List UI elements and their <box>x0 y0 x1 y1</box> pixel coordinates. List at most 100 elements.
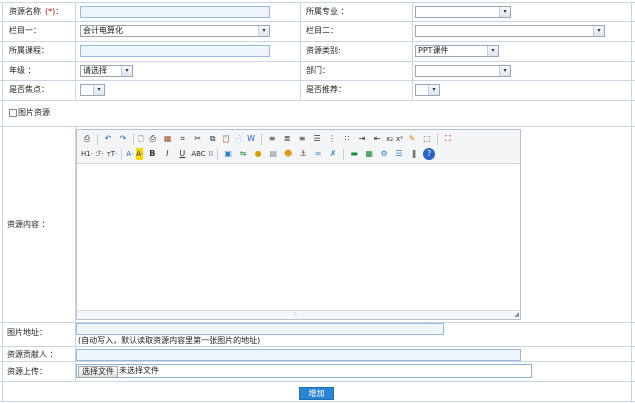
contributor-input[interactable] <box>76 349 521 361</box>
column-one-label: 栏目一： <box>9 26 41 35</box>
cut-icon[interactable]: ✂ <box>192 133 204 145</box>
resource-name-label: 资源名称 (*)： <box>9 6 63 18</box>
resource-type-select[interactable]: PPT课件 ▾ <box>415 45 499 57</box>
row-divider <box>0 126 635 127</box>
major-label: 所属专业 ： <box>306 7 349 16</box>
unordered-list-icon[interactable]: ∷ <box>341 133 353 145</box>
grip-icon[interactable]: ⁘ <box>293 311 298 319</box>
highlight-icon[interactable]: A· <box>136 148 144 160</box>
font-color-icon[interactable]: A· <box>126 148 133 160</box>
chevron-down-icon: ▾ <box>93 85 104 95</box>
strikethrough-icon[interactable]: ABC <box>191 148 205 160</box>
flash-icon[interactable]: ⇋ <box>237 148 249 160</box>
anchor-icon[interactable]: ⚓ <box>297 148 309 160</box>
resource-name-input[interactable] <box>80 6 270 18</box>
attachment-icon[interactable]: ❚ <box>408 148 420 160</box>
focus-select[interactable]: ▾ <box>80 84 105 96</box>
grade-label: 年级 ： <box>9 66 36 75</box>
rich-text-editor: ⎙ ↶ ↷ 🗋 ⎙ ▦ ⌗ ✂ ⧉ 📋 📄 W ≡ ≣ ≡ ☰ ⋮ ∷ ⇥ ⇤ x₂ x² ✎ ⬚ ⛶ H1· ℱ· тT· A· A·… <box>76 129 521 320</box>
editor-toolbar: ⎙ ↶ ↷ 🗋 ⎙ ▦ ⌗ ✂ ⧉ 📋 📄 W ≡ ≣ ≡ ☰ ⋮ ∷ ⇥ ⇤ x₂ x² ✎ ⬚ ⛶ H1· ℱ· тT· A· A·… <box>77 130 520 164</box>
code-icon[interactable]: ⌗ <box>177 133 189 145</box>
indent-icon[interactable]: ⇥ <box>356 133 368 145</box>
link-icon[interactable]: ∞ <box>312 148 324 160</box>
column-two-select[interactable]: ▾ <box>415 25 605 37</box>
redo-icon[interactable]: ↷ <box>117 133 129 145</box>
toolbar-separator <box>436 133 438 145</box>
source-icon[interactable]: ⎙ <box>81 133 93 145</box>
map-icon[interactable]: ▦ <box>363 148 375 160</box>
resize-handle-icon[interactable]: ◢ <box>514 311 519 319</box>
preview-icon[interactable]: 🗋 <box>138 133 144 145</box>
fullscreen-icon[interactable]: ⛶ <box>442 133 454 145</box>
hr-icon[interactable]: ▬ <box>348 148 360 160</box>
subscript-icon[interactable]: x₂ <box>386 133 393 145</box>
contributor-label: 资源贡献人 ： <box>7 350 58 359</box>
department-select[interactable]: ▾ <box>415 65 511 77</box>
table-icon[interactable]: ▤ <box>267 148 279 160</box>
align-left-icon[interactable]: ≡ <box>266 133 278 145</box>
chevron-down-icon: ▾ <box>499 66 510 76</box>
chevron-down-icon: ▾ <box>487 46 498 56</box>
underline-icon[interactable]: U <box>176 148 188 160</box>
editor-body[interactable] <box>77 164 520 311</box>
column-divider <box>412 2 413 100</box>
align-center-icon[interactable]: ≣ <box>281 133 293 145</box>
unlink-icon[interactable]: ✗ <box>327 148 339 160</box>
toolbar-separator <box>217 148 219 160</box>
emoticon-icon[interactable]: ☻ <box>282 148 294 160</box>
media-icon[interactable]: ● <box>252 148 264 160</box>
paste-word-icon[interactable]: W <box>245 133 257 145</box>
row-divider <box>0 80 635 81</box>
row-divider <box>0 61 635 62</box>
align-right-icon[interactable]: ≡ <box>296 133 308 145</box>
choose-file-button[interactable]: 选择文件 <box>78 366 118 378</box>
column-divider <box>631 2 632 402</box>
image-address-input[interactable] <box>76 323 444 335</box>
recommend-select[interactable]: ▾ <box>415 84 440 96</box>
chevron-down-icon: ▾ <box>121 66 132 76</box>
paste-text-icon[interactable]: 📄 <box>233 133 242 145</box>
resource-type-label: 资源类别: <box>306 46 341 55</box>
page-break-icon[interactable]: ☰ <box>393 148 405 160</box>
bold-icon[interactable]: B <box>146 148 158 160</box>
clear-format-icon[interactable]: ✎ <box>406 133 418 145</box>
about-icon[interactable]: ? <box>423 148 436 160</box>
undo-icon[interactable]: ↶ <box>102 133 114 145</box>
italic-icon[interactable]: I <box>161 148 173 160</box>
template-icon[interactable]: ▦ <box>162 133 174 145</box>
insert-file-icon[interactable]: ⚙ <box>378 148 390 160</box>
row-divider <box>0 361 635 362</box>
select-all-icon[interactable]: ⬚ <box>421 133 433 145</box>
paste-icon[interactable]: 📋 <box>222 133 231 145</box>
print-icon[interactable]: ⎙ <box>147 133 159 145</box>
row-divider <box>0 100 635 101</box>
image-resource-checkbox[interactable] <box>9 109 17 117</box>
toolbar-separator <box>121 148 123 160</box>
align-justify-icon[interactable]: ☰ <box>311 133 323 145</box>
grade-select[interactable]: 请选择 ▾ <box>80 65 133 77</box>
image-icon[interactable]: ▣ <box>222 148 234 160</box>
column-one-value: 会计电算化 <box>83 26 123 35</box>
copy-icon[interactable]: ⧉ <box>207 133 219 145</box>
recommend-label: 是否推荐： <box>306 85 346 94</box>
font-family-icon[interactable]: ℱ· <box>96 148 104 160</box>
outdent-icon[interactable]: ⇤ <box>371 133 383 145</box>
major-select[interactable]: ▾ <box>415 6 511 18</box>
superscript-icon[interactable]: x² <box>396 133 403 145</box>
required-mark: (*) <box>45 7 56 16</box>
font-size-icon[interactable]: тT· <box>107 148 118 160</box>
toolbar-row-1: ⎙ ↶ ↷ 🗋 ⎙ ▦ ⌗ ✂ ⧉ 📋 📄 W ≡ ≣ ≡ ☰ ⋮ ∷ ⇥ ⇤ x₂ x² ✎ ⬚ ⛶ <box>81 132 457 146</box>
add-submit-button[interactable]: 增加 <box>299 387 334 400</box>
toolbar-separator <box>261 133 263 145</box>
column-one-select[interactable]: 会计电算化 ▾ <box>80 25 270 37</box>
course-input[interactable] <box>80 45 270 57</box>
line-height-icon[interactable]: ⁞⁞ <box>209 148 213 160</box>
column-divider <box>2 2 3 402</box>
file-upload-field[interactable]: 选择文件 未选择文件 <box>76 364 532 378</box>
chevron-down-icon: ▾ <box>593 26 604 36</box>
chevron-down-icon: ▾ <box>428 85 439 95</box>
ordered-list-icon[interactable]: ⋮ <box>326 133 338 145</box>
toolbar-row-2: H1· ℱ· тT· A· A· B I U ABC ⁞⁞ ▣ ⇋ ● ▤ ☻ ⚓ ∞ ✗ ▬ ▦ ⚙ ☰ ❚? <box>81 147 438 161</box>
heading-icon[interactable]: H1· <box>81 148 93 160</box>
course-label: 所属课程： <box>9 46 49 55</box>
